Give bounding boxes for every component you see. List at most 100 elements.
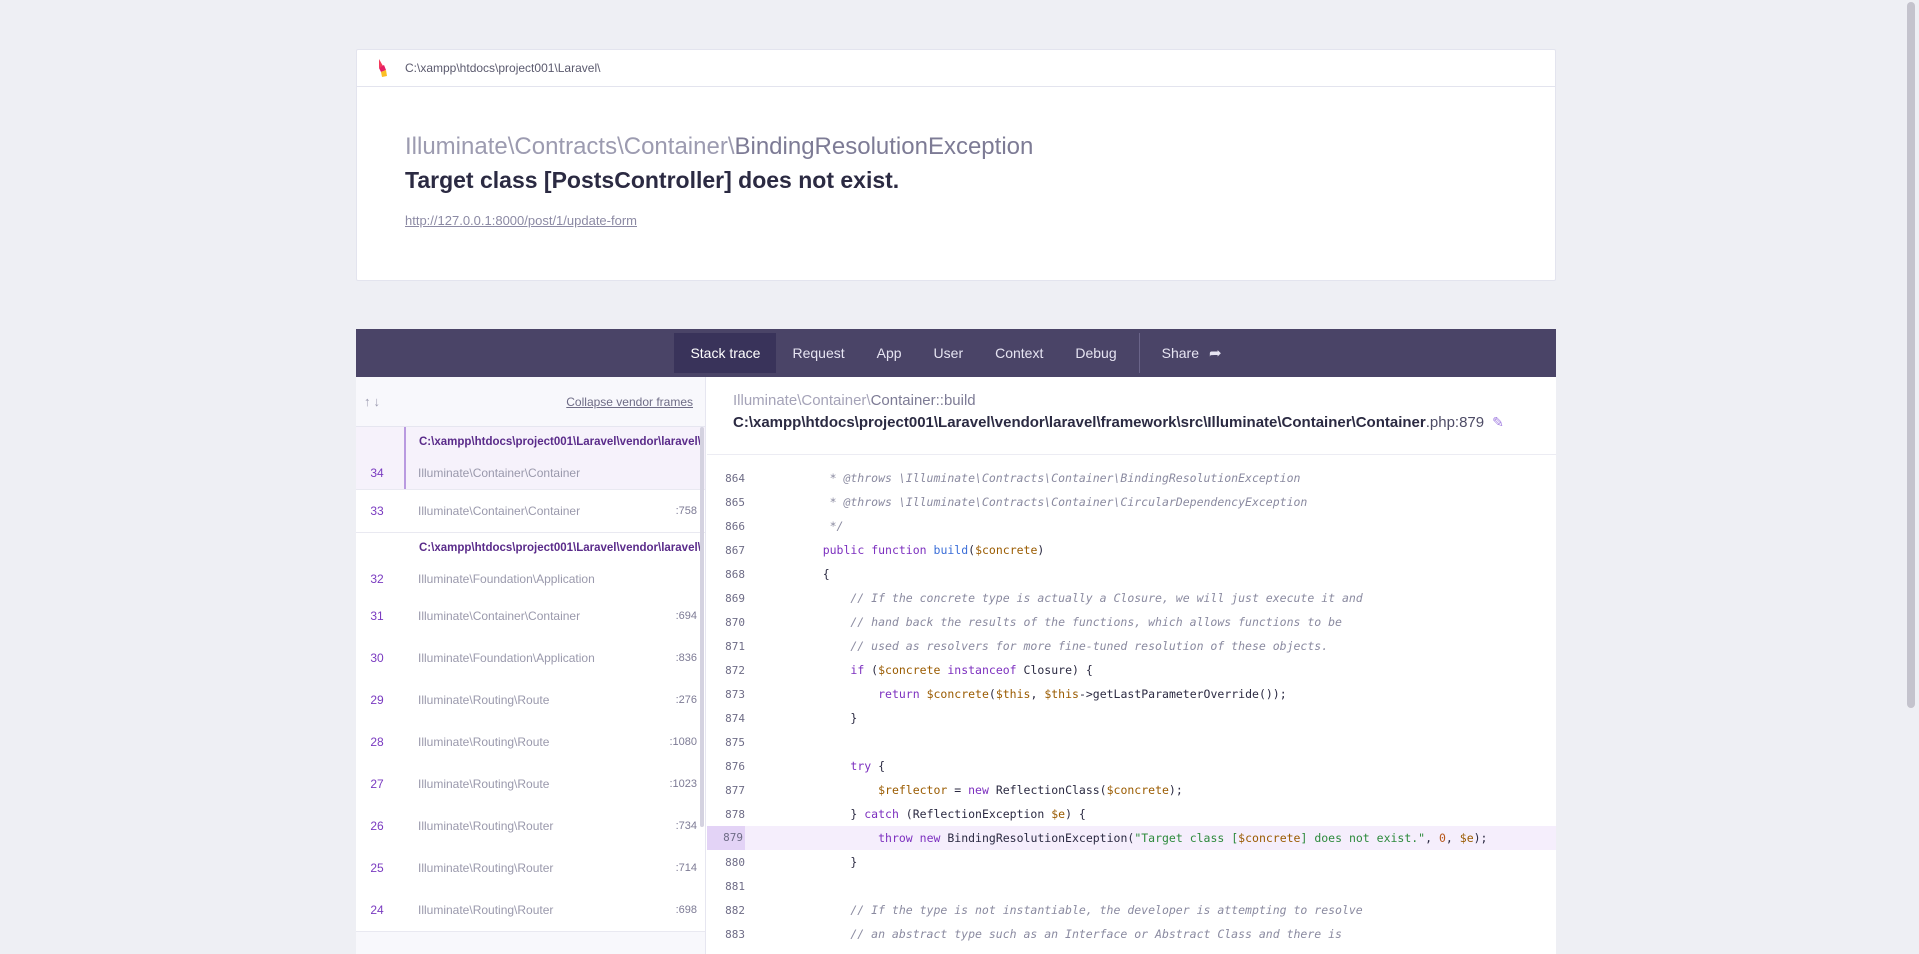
code-line-text: }	[795, 855, 858, 869]
frame-number: 28	[370, 735, 384, 749]
tab-user[interactable]: User	[918, 333, 980, 373]
frame-number: 30	[370, 651, 384, 665]
code-line: 873 return $concrete($this, $this->getLa…	[707, 682, 1556, 706]
code-line-number[interactable]: 870	[707, 616, 745, 629]
project-path-bar: C:\xampp\htdocs\project001\Laravel\	[357, 50, 1555, 87]
code-line-number[interactable]: 883	[707, 928, 745, 941]
frame-number: 31	[370, 609, 384, 623]
code-line-text: // an abstract type such as an Interface…	[795, 927, 1342, 941]
frame-file-path: C:\xampp\htdocs\project001\Laravel\vendo…	[733, 414, 1556, 431]
code-line-number[interactable]: 882	[707, 904, 745, 917]
frame-row[interactable]: 31 Illuminate\Container\Container :694	[370, 595, 705, 637]
frame-class: Illuminate\Foundation\Application	[418, 651, 595, 665]
frame-method-namespace: Illuminate\Container\	[733, 392, 871, 409]
frame-row[interactable]: 29 Illuminate\Routing\Route :276	[370, 679, 705, 721]
tab-app[interactable]: App	[861, 333, 918, 373]
request-url-link[interactable]: http://127.0.0.1:8000/post/1/update-form	[405, 213, 637, 228]
code-line-text: }	[795, 711, 858, 725]
frame-line: :1023	[669, 778, 697, 790]
code-line-text: */	[795, 519, 844, 533]
collapse-vendor-frames-button[interactable]: Collapse vendor frames	[566, 395, 693, 409]
code-line-text: try {	[850, 759, 886, 773]
code-line: 882 // If the type is not instantiable, …	[707, 898, 1556, 922]
frame-number: 25	[370, 861, 384, 875]
code-line-number[interactable]: 864	[707, 472, 745, 485]
frame-row[interactable]: 27 Illuminate\Routing\Route :1023	[370, 763, 705, 805]
code-line-text: public function build($concrete)	[822, 543, 1045, 557]
stack-trace-panel: ↑↓ Collapse vendor frames C:\xampp\htdoc…	[356, 377, 1556, 954]
frame-line: :836	[675, 652, 697, 664]
frame-class: Illuminate\Container\Container	[418, 609, 581, 623]
code-line: 868 {	[707, 562, 1556, 586]
tab-debug[interactable]: Debug	[1059, 333, 1132, 373]
code-line-number[interactable]: 873	[707, 688, 745, 701]
frame-line: :276	[675, 694, 697, 706]
code-line-number[interactable]: 871	[707, 640, 745, 653]
frame-class: Illuminate\Routing\Route	[418, 735, 550, 749]
frame-row[interactable]: 34 Illuminate\Container\Container	[370, 457, 705, 489]
frames-scrollbar[interactable]	[700, 427, 704, 827]
frame-class: Illuminate\Container\Container	[418, 504, 581, 518]
frame-class: Illuminate\Foundation\Application	[418, 572, 595, 586]
frame-row[interactable]: 28 Illuminate\Routing\Route :1080	[370, 721, 705, 763]
tab-stack-trace[interactable]: Stack trace	[674, 333, 777, 373]
code-line: 874 }	[707, 706, 1556, 730]
share-arrow-icon: ➦	[1208, 345, 1222, 362]
frame-number: 26	[370, 819, 384, 833]
code-line-number[interactable]: 866	[707, 520, 745, 533]
exception-header-card: C:\xampp\htdocs\project001\Laravel\ Illu…	[356, 49, 1556, 281]
frame-line: :714	[675, 862, 697, 874]
pencil-edit-icon[interactable]: ✎	[1492, 414, 1504, 430]
code-panel: Illuminate\Container\Container::build C:…	[707, 377, 1556, 954]
frame-row[interactable]: 24 Illuminate\Routing\Router :698	[370, 889, 705, 931]
code-line-number[interactable]: 872	[707, 664, 745, 677]
frame-file-name: C:\xampp\htdocs\project001\Laravel\vendo…	[733, 414, 1426, 431]
code-line-number[interactable]: 879	[707, 826, 745, 850]
window-scrollbar[interactable]	[1907, 0, 1915, 954]
code-line-text: // If the concrete type is actually a Cl…	[795, 591, 1363, 605]
code-line-text: } catch (ReflectionException $e) {	[795, 807, 1086, 821]
code-line: 879 throw new BindingResolutionException…	[707, 826, 1556, 850]
code-line-text: // hand back the results of the function…	[795, 615, 1342, 629]
frames-list: ↑↓ Collapse vendor frames C:\xampp\htdoc…	[356, 377, 706, 954]
code-line: 883 // an abstract type such as an Inter…	[707, 922, 1556, 946]
code-line-number[interactable]: 875	[707, 736, 745, 749]
tab-request[interactable]: Request	[776, 333, 860, 373]
code-line-text: return $concrete($this, $this->getLastPa…	[878, 687, 1287, 701]
frame-number: 33	[370, 504, 384, 518]
frame-class: Illuminate\Routing\Route	[418, 693, 550, 707]
frame-group: 33 Illuminate\Container\Container :758	[356, 490, 705, 533]
frame-method-name: Container::build	[870, 392, 976, 409]
code-line-text: * @throws \Illuminate\Contracts\Containe…	[795, 495, 1308, 509]
frame-row[interactable]: 33 Illuminate\Container\Container :758	[370, 490, 705, 532]
code-line-number[interactable]: 874	[707, 712, 745, 725]
frame-group: C:\xampp\htdocs\project001\Laravel\vendo…	[356, 427, 705, 490]
code-line-number[interactable]: 865	[707, 496, 745, 509]
code-line-number[interactable]: 869	[707, 592, 745, 605]
code-line-number[interactable]: 868	[707, 568, 745, 581]
frame-group-file: C:\xampp\htdocs\project001\Laravel\vendo…	[419, 436, 701, 448]
code-line-number[interactable]: 881	[707, 880, 745, 893]
share-button[interactable]: Share ➦	[1146, 333, 1238, 373]
frame-row[interactable]: 26 Illuminate\Routing\Router :734	[370, 805, 705, 847]
frame-row[interactable]: 25 Illuminate\Routing\Router :714	[370, 847, 705, 889]
frame-method: Illuminate\Container\Container::build	[733, 392, 1556, 409]
code-line-number[interactable]: 876	[707, 760, 745, 773]
frame-row[interactable]: 32 Illuminate\Foundation\Application	[370, 563, 705, 595]
code-line-number[interactable]: 878	[707, 808, 745, 821]
code-line-text: throw new BindingResolutionException("Ta…	[878, 831, 1488, 845]
code-line-text: if ($concrete instanceof Closure) {	[850, 663, 1093, 677]
frame-number: 32	[370, 572, 384, 586]
scrollbar-thumb[interactable]	[1907, 2, 1915, 708]
tab-context[interactable]: Context	[979, 333, 1059, 373]
code-line-number[interactable]: 867	[707, 544, 745, 557]
frames-toolbar: ↑↓ Collapse vendor frames	[356, 377, 705, 427]
code-line: 865 * @throws \Illuminate\Contracts\Cont…	[707, 490, 1556, 514]
code-line: 871 // used as resolvers for more fine-t…	[707, 634, 1556, 658]
frame-line: :734	[675, 820, 697, 832]
code-line-number[interactable]: 877	[707, 784, 745, 797]
up-down-arrows-icon[interactable]: ↑↓	[364, 394, 383, 409]
frame-row[interactable]: 30 Illuminate\Foundation\Application :83…	[370, 637, 705, 679]
frame-line: :758	[675, 505, 697, 517]
code-line-number[interactable]: 880	[707, 856, 745, 869]
